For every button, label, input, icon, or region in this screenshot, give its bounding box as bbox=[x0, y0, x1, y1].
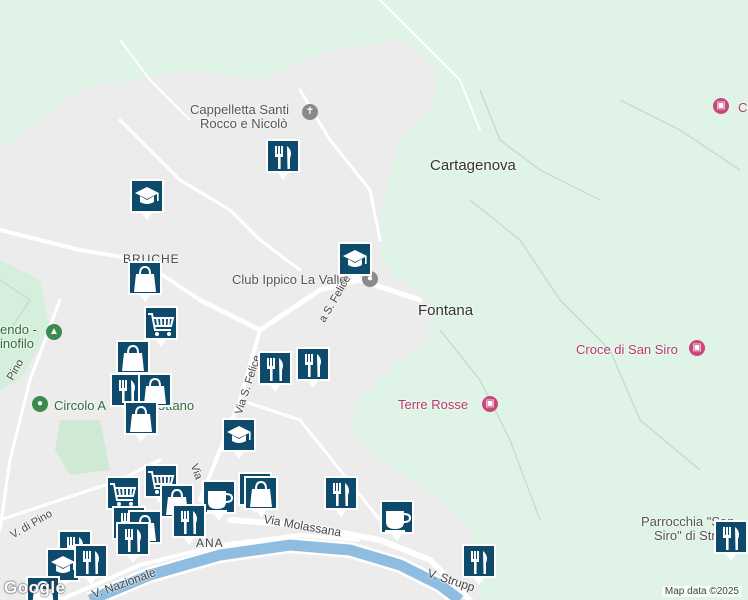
place-label-cartagenova: Cartagenova bbox=[430, 157, 516, 174]
poi-label-circolo: Circolo A bbox=[54, 398, 107, 413]
restaurant-icon[interactable] bbox=[114, 520, 152, 564]
cafe-icon[interactable] bbox=[378, 498, 416, 542]
restaurant-icon[interactable] bbox=[712, 518, 748, 562]
school-icon[interactable] bbox=[128, 177, 166, 221]
camera-icon[interactable]: ▣ bbox=[689, 340, 705, 356]
restaurant-icon[interactable] bbox=[170, 502, 208, 546]
map-canvas[interactable]: Cartagenova Fontana BRUCHE Cappelletta S… bbox=[0, 0, 748, 600]
restaurant-icon[interactable] bbox=[294, 345, 332, 389]
place-label-fontana: Fontana bbox=[418, 302, 474, 319]
restaurant-icon[interactable] bbox=[460, 542, 498, 586]
google-logo: Google bbox=[4, 578, 66, 597]
map-attribution: Map data ©2025 bbox=[661, 586, 742, 597]
poi-label-cappelletta-1: Cappelletta Santi bbox=[190, 102, 290, 117]
restaurant-icon[interactable] bbox=[322, 474, 360, 518]
church-icon[interactable]: ✝ bbox=[302, 104, 318, 120]
shopping-bag-icon[interactable] bbox=[242, 474, 280, 518]
shopping-bag-icon[interactable] bbox=[126, 259, 164, 303]
school-icon[interactable] bbox=[220, 416, 258, 460]
poi-label-edge-right: C bbox=[738, 100, 748, 115]
tree-icon[interactable]: ▲ bbox=[46, 324, 62, 340]
camera-icon[interactable]: ▣ bbox=[482, 396, 498, 412]
park-icon[interactable]: ● bbox=[32, 396, 48, 412]
shopping-bag-icon[interactable] bbox=[122, 399, 160, 443]
poi-label-croce-san-siro: Croce di San Siro bbox=[576, 342, 678, 357]
school-icon[interactable] bbox=[336, 240, 374, 284]
poi-label-club-ippico: Club Ippico La Valle bbox=[232, 272, 347, 287]
poi-label-edge-left-2: inofilo bbox=[0, 336, 34, 351]
restaurant-icon[interactable] bbox=[256, 349, 294, 393]
poi-label-edge-left-1: endo - bbox=[0, 322, 37, 337]
restaurant-icon[interactable] bbox=[264, 137, 302, 181]
poi-label-terre-rosse: Terre Rosse bbox=[398, 397, 469, 412]
restaurant-icon[interactable] bbox=[72, 542, 110, 586]
camera-icon[interactable]: ▣ bbox=[713, 98, 729, 114]
poi-label-cappelletta-2: Rocco e Nicolò bbox=[200, 116, 288, 131]
